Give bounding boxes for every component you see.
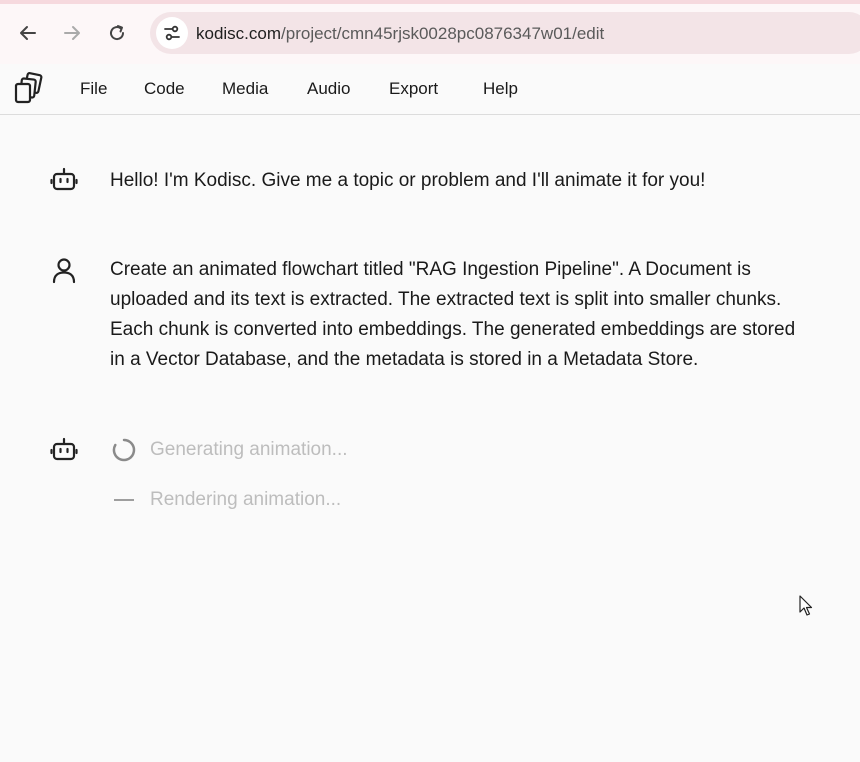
- reload-icon: [110, 25, 125, 41]
- message-line: uploaded and its text is extracted. The …: [110, 289, 782, 310]
- url-path: /project/cmn45rjsk0028pc0876347w01/edit: [281, 24, 605, 43]
- url-host: kodisc.com: [196, 24, 282, 43]
- browser-toolbar: kodisc.com/project/cmn45rjsk0028pc087634…: [0, 0, 860, 64]
- menu-audio[interactable]: Audio: [307, 79, 350, 99]
- tune-icon: [164, 25, 180, 41]
- bot-icon: [50, 437, 78, 461]
- menu-media[interactable]: Media: [222, 79, 268, 99]
- pending-dash-icon: [114, 499, 134, 501]
- message-line: in a Vector Database, and the metadata i…: [110, 349, 699, 370]
- address-bar[interactable]: kodisc.com/project/cmn45rjsk0028pc087634…: [150, 12, 860, 54]
- generating-status-text: Generating animation...: [150, 439, 348, 460]
- message-line: Each chunk is converted into embeddings.…: [110, 319, 796, 340]
- back-button[interactable]: [13, 18, 43, 48]
- back-arrow-icon: [20, 26, 36, 40]
- mouse-cursor-icon: [799, 595, 813, 616]
- kodisc-logo-icon: [14, 72, 43, 104]
- app-menu-bar: File Code Media Audio Export Help: [0, 64, 860, 115]
- url-text[interactable]: kodisc.com/project/cmn45rjsk0028pc087634…: [196, 24, 604, 44]
- forward-arrow-icon: [64, 26, 80, 40]
- forward-button[interactable]: [57, 18, 87, 48]
- message-line: Create an animated flowchart titled "RAG…: [110, 259, 751, 280]
- reload-button[interactable]: [102, 18, 132, 48]
- rendering-status-text: Rendering animation...: [150, 489, 342, 510]
- user-icon: [52, 258, 76, 284]
- assistant-greeting-message: Hello! I'm Kodisc. Give me a topic or pr…: [110, 170, 706, 191]
- user-prompt-message: Create an animated flowchart titled "RAG…: [110, 255, 855, 375]
- bot-icon: [50, 167, 78, 191]
- loading-spinner-icon: [112, 438, 136, 462]
- site-info-button[interactable]: [156, 17, 188, 49]
- menu-export[interactable]: Export: [389, 79, 438, 99]
- menu-help[interactable]: Help: [483, 79, 518, 99]
- menu-code[interactable]: Code: [144, 79, 185, 99]
- menu-file[interactable]: File: [80, 79, 107, 99]
